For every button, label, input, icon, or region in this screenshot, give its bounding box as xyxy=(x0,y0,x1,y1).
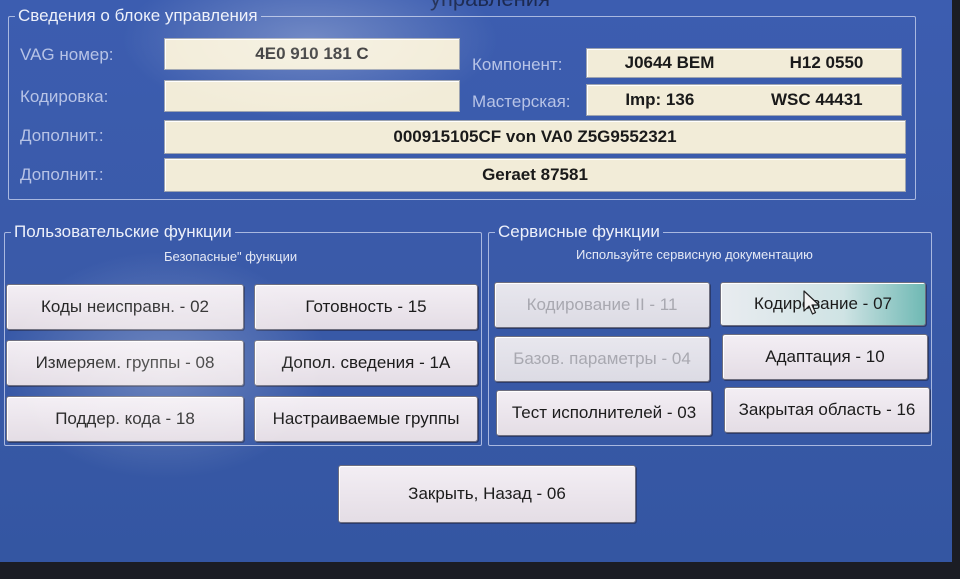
coding-field xyxy=(164,80,460,112)
service-functions-hint: Используйте сервисную документацию xyxy=(576,247,813,262)
user-functions-title: Пользовательские функции xyxy=(14,222,232,241)
workshop-code: WSC 44431 xyxy=(770,90,863,109)
output-test-button[interactable]: Тест исполнителей - 03 xyxy=(496,390,712,436)
custom-groups-button[interactable]: Настраиваемые группы xyxy=(254,396,478,442)
vag-number-label: VAG номер: xyxy=(20,45,114,64)
mouse-pointer-icon xyxy=(803,290,820,315)
readiness-button[interactable]: Готовность - 15 xyxy=(254,284,478,330)
workshop-label: Мастерская: xyxy=(472,92,571,111)
workshop-importer: Imp: 136 xyxy=(625,90,695,109)
measuring-groups-button[interactable]: Измеряем. группы - 08 xyxy=(6,340,244,386)
coding-ii-button[interactable]: Кодирование II - 11 xyxy=(494,282,710,328)
extra-info-2-field: Geraet 87581 xyxy=(164,158,906,192)
component-field: J0644 BEM H12 0550 xyxy=(586,48,902,78)
adaptation-button[interactable]: Адаптация - 10 xyxy=(722,334,928,380)
secure-access-button[interactable]: Закрытая область - 16 xyxy=(724,387,930,433)
component-part: J0644 BEM xyxy=(624,53,715,72)
extra-info-button[interactable]: Допол. сведения - 1A xyxy=(254,340,478,386)
coding-label: Кодировка: xyxy=(20,87,109,106)
extra-info-1-field: 000915105CF von VA0 Z5G9552321 xyxy=(164,120,906,154)
fault-codes-button[interactable]: Коды неисправн. - 02 xyxy=(6,284,244,330)
diagnostic-window: управления Сведения о блоке управления V… xyxy=(0,0,952,562)
component-label: Компонент: xyxy=(472,55,563,74)
service-functions-title: Сервисные функции xyxy=(498,222,660,241)
extra-info-2-label: Дополнит.: xyxy=(20,165,104,184)
vag-number-field: 4E0 910 181 C xyxy=(164,38,460,70)
component-version: H12 0550 xyxy=(789,53,864,72)
close-back-button[interactable]: Закрыть, Назад - 06 xyxy=(338,465,636,523)
ecu-info-group-title: Сведения о блоке управления xyxy=(18,6,258,25)
code-support-button[interactable]: Поддер. кода - 18 xyxy=(6,396,244,442)
basic-settings-button[interactable]: Базов. параметры - 04 xyxy=(494,336,710,382)
coding-button[interactable]: Кодирование - 07 xyxy=(720,282,926,326)
user-functions-hint: Безопасные" функции xyxy=(164,249,298,264)
extra-info-1-label: Дополнит.: xyxy=(20,126,104,145)
workshop-field: Imp: 136 WSC 44431 xyxy=(586,84,902,116)
